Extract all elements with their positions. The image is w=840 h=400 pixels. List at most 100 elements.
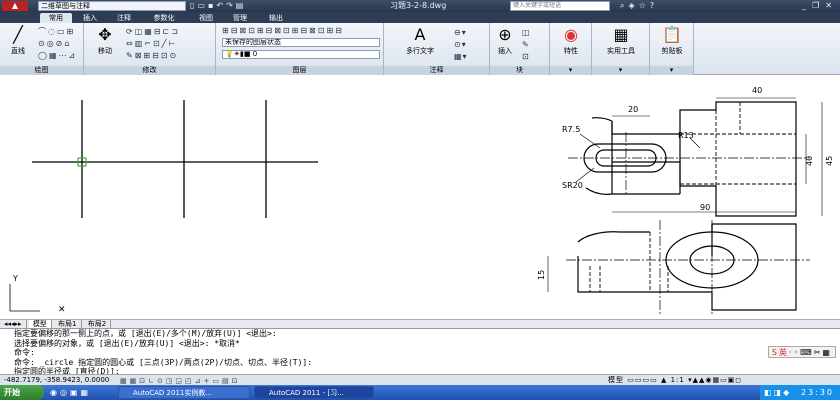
mtext-button[interactable]: A 多行文字 [398,26,442,56]
properties-button[interactable]: ◉ 特性 [554,26,588,56]
panel-clipboard-dropdown[interactable]: ▾ [650,66,693,75]
panel-layers-label[interactable]: 图层 [216,66,383,75]
search-input[interactable]: 键入关键字或短语 [510,1,610,11]
tab-model[interactable]: 模型 [28,320,52,328]
layout-icons[interactable]: ▭▭▭▭ [627,376,657,384]
layer-state-value: 未保存的图层状态 [225,38,281,46]
front-view [566,220,810,316]
clipboard-button[interactable]: 📋 剪贴板 [654,26,690,56]
command-history-line: 指定要偏移的那一侧上的点，或 [退出(E)/多个(M)/放弃(U)] <退出>: [14,329,277,338]
block-tools[interactable]: ◫ ✎ ⊡ [522,27,532,63]
redo-icon[interactable]: ↷ [226,1,236,10]
modify-tools-row3[interactable]: ✎⊠⊞⊟⊡⊙ [126,51,178,60]
insert-button[interactable]: ⊕ 插入 [492,26,518,56]
panel-modify-label[interactable]: 修改 [84,66,215,75]
layer-tools-row1[interactable]: ⊞⊟⊠⊡⊞⊟⊠⊡⊞⊟⊠⊡⊞⊟ [222,26,344,35]
dim-45: 45 [825,156,834,166]
window-controls: _❐✕ [802,0,838,12]
dim-15: 15 [537,270,546,280]
properties-label: 特性 [564,47,578,55]
panel-utilities: ▦ 实用工具 ▾ [592,23,650,75]
ucs-icon: Y ✕ [9,274,66,315]
tab-layout2[interactable]: 布局2 [84,320,112,328]
workspace-selector[interactable]: 二维草图与注释 [38,1,186,11]
draw-tools-row1[interactable]: ⌒◌▭⊞ [38,27,75,36]
drawing-canvas[interactable]: Y ✕ 40 20 R7.5 R13 SR20 90 40 45 15 [0,76,840,319]
panel-layers: ⊞⊟⊠⊡⊞⊟⊠⊡⊞⊟⊠⊡⊞⊟ 未保存的图层状态 💡☀▮■ 0 图层 [216,23,384,75]
model-space-button[interactable]: 模型 [608,376,624,384]
open-icon[interactable]: ▭ [197,1,208,10]
taskbar-item-autocad[interactable]: AutoCAD 2011 - [习... [254,386,374,399]
draw-tools-row2[interactable]: ⊙◎⊘⌂ [38,39,71,48]
svg-text:✕: ✕ [58,305,66,315]
tab-insert[interactable]: 插入 [76,13,104,23]
quick-access-toolbar: ▯▭▪↶↷▤ [190,0,246,12]
taskbar-item-tutorial[interactable]: AutoCAD 2011实例教... [118,386,250,399]
dim-sr20: SR20 [562,181,583,190]
tab-parametric[interactable]: 参数化 [144,13,184,23]
undo-icon[interactable]: ↶ [216,1,226,10]
tray-icons[interactable]: ◧◨◆ [764,388,791,397]
panel-draw-label[interactable]: 绘图 [0,66,83,75]
panel-annotation-label[interactable]: 注释 [384,66,489,75]
modify-tools-row2[interactable]: ⇔▥⌐⊡╱⊢ [126,39,177,48]
insert-label: 插入 [498,47,512,55]
panel-clipboard: 📋 剪贴板 ▾ [650,23,694,75]
move-button[interactable]: ✥ 移动 [90,26,120,56]
annotation-scale-icon[interactable]: ▲ [661,376,667,384]
title-bar: ▲ 二维草图与注释 ▯▭▪↶↷▤ 习题3-2-8.dwg 键入关键字或短语 ⌕◈… [0,0,840,12]
tab-home[interactable]: 常用 [40,13,72,23]
tab-manage[interactable]: 管理 [226,13,254,23]
layout-nav-arrows[interactable]: ◂◂◂▸▸ [0,320,27,328]
draw-tools-row3[interactable]: ◯▦⋯⊿ [38,51,77,60]
command-history-line: 命令: _circle 指定圆的圆心或 [三点(3P)/两点(2P)/切点、切点… [14,357,313,367]
panel-utilities-dropdown[interactable]: ▾ [592,66,649,75]
print-icon[interactable]: ▤ [236,1,247,10]
quicklaunch-icons[interactable]: ◉◎▣▦ [50,385,91,400]
command-history-line: 命令: [14,348,35,357]
layer-dropdown[interactable]: 💡☀▮■ 0 [222,50,380,59]
dim-40-top: 40 [752,86,762,95]
panel-modify: ✥ 移动 ⟳◫▦⊟⊏⊐ ⇔▥⌐⊡╱⊢ ✎⊠⊞⊟⊡⊙ 修改 [84,23,216,75]
current-layer: 0 [252,50,258,58]
start-button[interactable]: 开始 [0,385,44,400]
tab-view[interactable]: 视图 [192,13,220,23]
color-wheel-icon: ◉ [564,25,578,44]
ime-toolbar[interactable]: S英·◦⌨✂▦ [767,346,836,358]
modify-tools-row1[interactable]: ⟳◫▦⊟⊏⊐ [126,27,180,36]
annotation-tools-icons[interactable]: ▾▲▲◉▦▭▣◻ [688,376,742,384]
autocad-logo-button[interactable]: ▲ [2,1,28,11]
clock: 23:30 [800,388,834,397]
command-window[interactable]: 指定要偏移的那一侧上的点，或 [退出(E)/多个(M)/放弃(U)] <退出>:… [0,328,840,376]
minimize-icon[interactable]: _ [802,1,812,10]
ribbon: ╱ 直线 ⌒◌▭⊞ ⊙◎⊘⌂ ◯▦⋯⊿ 绘图 ✥ 移动 ⟳◫▦⊟⊏⊐ ⇔▥⌐⊡╱⊢ … [0,23,840,75]
tab-layout1[interactable]: 布局1 [54,320,82,328]
layout-tabs: ◂◂◂▸▸ 模型 布局1 布局2 [0,319,840,328]
line-button[interactable]: ╱ 直线 [4,26,32,56]
panel-properties-dropdown[interactable]: ▾ [550,66,591,75]
insert-block-icon: ⊕ [498,25,512,44]
comm-center-icon[interactable]: ◈ [628,1,638,10]
help-icon[interactable]: ? [650,1,658,10]
info-center: ⌕◈☆? [620,0,658,12]
annotation-tools[interactable]: ⊖▾ ⊙▾ ▦▾ [454,27,468,63]
dim-40-vertical: 40 [805,156,814,166]
tab-output[interactable]: 输出 [262,13,290,23]
dim-r13: R13 [678,131,694,140]
tab-annotate[interactable]: 注释 [110,13,138,23]
restore-icon[interactable]: ❐ [812,1,825,10]
panel-block-label[interactable]: 块 [490,66,549,75]
dim-r7-5: R7.5 [562,125,580,134]
calculator-icon: ▦ [613,25,629,44]
close-icon[interactable]: ✕ [825,1,838,10]
annotation-scale[interactable]: 1:1 [671,376,685,384]
line-label: 直线 [11,47,25,55]
command-history-line: 选择要偏移的对象，或 [退出(E)/放弃(U)] <退出>: *取消* [14,338,240,348]
start-label: 开始 [4,388,20,397]
utilities-label: 实用工具 [607,47,635,55]
layer-state-dropdown[interactable]: 未保存的图层状态 [222,38,380,47]
star-icon[interactable]: ☆ [639,1,650,10]
taskbar: 开始 ◉◎▣▦ AutoCAD 2011实例教... AutoCAD 2011 … [0,385,840,400]
document-title: 习题3-2-8.dwg [390,1,447,10]
utilities-button[interactable]: ▦ 实用工具 [596,26,646,56]
